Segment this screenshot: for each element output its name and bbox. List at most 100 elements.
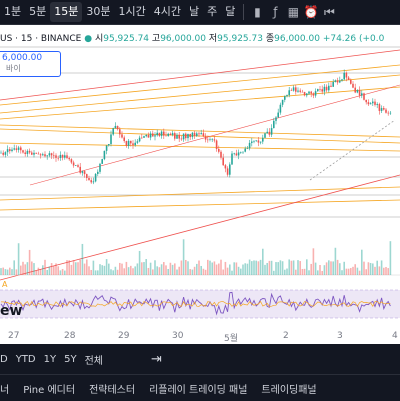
alert-icon[interactable]: ⏰	[302, 5, 320, 19]
templates-icon[interactable]: ▦	[284, 5, 302, 19]
candle-body	[237, 152, 240, 156]
candle-body	[204, 136, 207, 140]
volume-bar	[145, 259, 147, 275]
tab-replay-trading[interactable]: 리플레이 트레이딩 패널	[149, 381, 247, 396]
candle-body	[196, 133, 198, 136]
candle-body	[108, 144, 110, 146]
volume-bar	[127, 267, 130, 275]
volume-bar	[319, 265, 321, 275]
volume-bar	[0, 268, 2, 275]
volume-bar	[240, 268, 242, 275]
candle-body	[182, 133, 185, 140]
indicators-icon[interactable]: ƒ	[266, 5, 284, 19]
volume-bar	[273, 270, 275, 275]
volume-bar	[149, 262, 152, 275]
volume-bar	[202, 268, 205, 275]
volume-bar	[6, 269, 9, 275]
range-ytd[interactable]: YTD	[16, 354, 36, 365]
volume-bars	[0, 239, 392, 275]
tf-30m[interactable]: 30분	[82, 2, 114, 22]
volume-bar	[9, 267, 11, 275]
tab-screener[interactable]: 너	[0, 381, 9, 396]
replay-icon[interactable]: ⏮	[320, 5, 338, 20]
candle-body	[215, 140, 218, 149]
volume-bar	[163, 262, 165, 275]
range-d[interactable]: D	[0, 354, 8, 365]
candle-body	[81, 171, 84, 173]
candle-body	[312, 93, 315, 96]
volume-bar	[86, 259, 88, 275]
buy-label: 바이	[6, 64, 21, 73]
volume-bar	[17, 243, 20, 275]
tf-5m[interactable]: 5분	[25, 2, 50, 22]
candle-type-icon[interactable]: ▮	[248, 5, 266, 19]
symbol-label[interactable]: US · 15 · BINANCE	[0, 34, 81, 44]
candle-body	[193, 132, 196, 136]
candle-body	[290, 90, 293, 91]
candle-body	[99, 163, 101, 172]
candle-body	[376, 104, 378, 105]
goto-date-icon[interactable]: ⇥	[151, 352, 162, 367]
volume-bar	[180, 260, 183, 275]
tab-pine-editor[interactable]: Pine 에디터	[23, 381, 75, 396]
candle-body	[279, 104, 282, 113]
tab-strategy-tester[interactable]: 전략테스터	[89, 381, 135, 396]
volume-bar	[246, 263, 249, 275]
tf-week[interactable]: 주	[203, 2, 221, 22]
candle-body	[123, 137, 125, 142]
tf-15m[interactable]: 15분	[50, 2, 83, 22]
candle-body	[39, 154, 42, 156]
rsi-band	[0, 290, 400, 318]
tf-1h[interactable]: 1시간	[115, 2, 150, 22]
volume-bar	[35, 270, 37, 275]
volume-bar	[94, 270, 97, 275]
tf-1m[interactable]: 1분	[0, 2, 25, 22]
buy-price-box[interactable]: 6,000.00 바이	[0, 51, 61, 77]
volume-bar	[369, 262, 372, 275]
range-1y[interactable]: 1Y	[44, 354, 56, 365]
range-5y[interactable]: 5Y	[64, 354, 76, 365]
status-dot: ●	[84, 34, 95, 44]
volume-bar	[57, 266, 59, 275]
volume-bar	[158, 267, 161, 275]
candle-body	[317, 89, 319, 92]
volume-bar	[281, 261, 284, 275]
volume-bar	[218, 263, 220, 275]
candle-body	[134, 142, 136, 146]
candle-body	[297, 90, 299, 92]
volume-bar	[213, 261, 216, 275]
candle-body	[226, 168, 229, 175]
candle-body	[97, 171, 99, 174]
candle-body	[358, 89, 361, 96]
candle-body	[385, 109, 387, 113]
volume-bar	[299, 261, 301, 275]
volume-bar	[215, 264, 218, 275]
tf-4h[interactable]: 4시간	[150, 2, 185, 22]
candle-body	[105, 145, 108, 151]
candle-body	[42, 154, 44, 156]
range-all[interactable]: 전체	[85, 352, 103, 367]
candle-body	[275, 117, 277, 121]
volume-bar	[224, 261, 227, 275]
volume-bar	[171, 264, 174, 275]
candle-body	[270, 128, 273, 135]
volume-bar	[4, 269, 7, 275]
volume-bar	[376, 260, 378, 275]
candle-body	[255, 140, 257, 141]
candle-body	[303, 92, 306, 96]
tf-month[interactable]: 달	[221, 2, 239, 22]
candle-body	[356, 89, 359, 93]
tf-day[interactable]: 날	[185, 2, 203, 22]
candle-body	[61, 154, 64, 158]
volume-bar	[169, 262, 172, 275]
volume-bar	[42, 265, 44, 275]
volume-bar	[222, 269, 224, 275]
tab-trading-panel[interactable]: 트레이딩패널	[261, 381, 316, 396]
candle-body	[389, 112, 392, 114]
open-label: 시	[94, 34, 104, 44]
volume-bar	[231, 270, 233, 275]
volume-bar	[361, 249, 363, 275]
candle-body	[127, 140, 130, 146]
candle-body	[306, 93, 308, 96]
candle-body	[163, 131, 165, 136]
